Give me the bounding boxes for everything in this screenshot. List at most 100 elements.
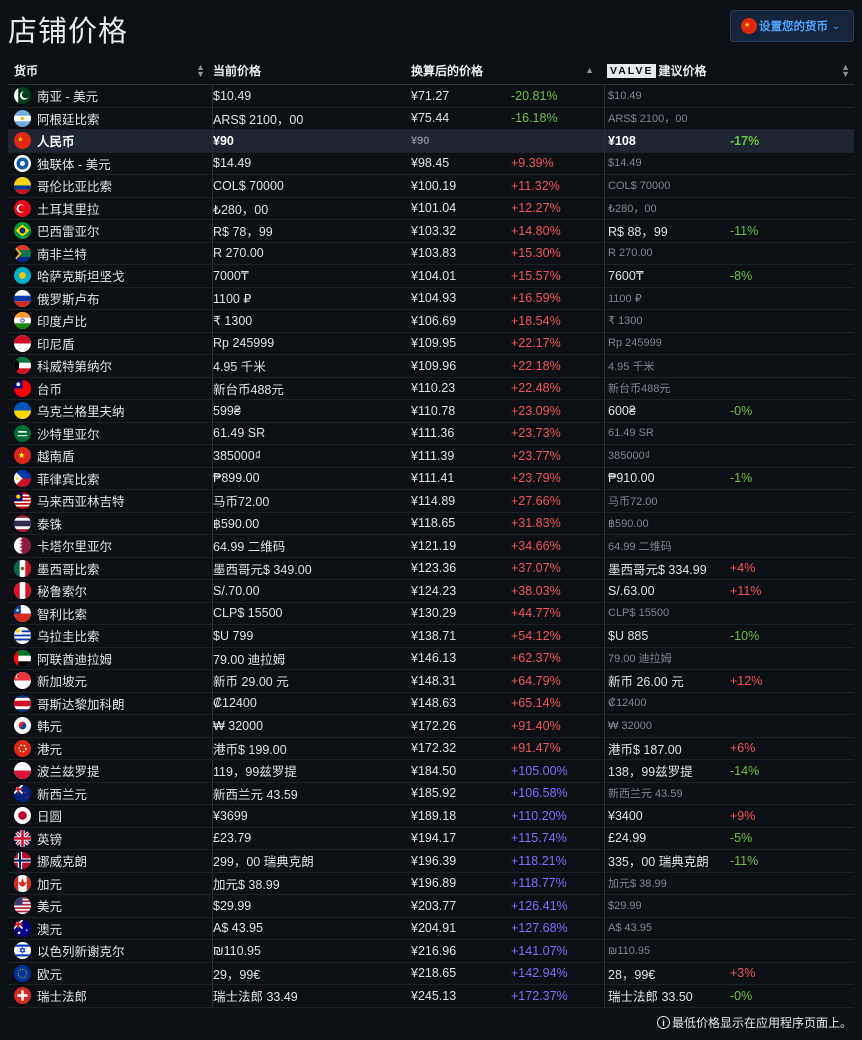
current-price: 4.95 千米: [213, 360, 266, 375]
table-row: 俄罗斯卢布 1100 ₽ ¥104.93 +16.59% 1100 ₽: [8, 287, 854, 310]
za-flag-icon: [14, 244, 31, 262]
recommended-diff: -5%: [730, 831, 753, 846]
sort-icon[interactable]: ▲ ▼: [196, 62, 205, 78]
gb-flag-icon: [14, 829, 31, 847]
converted-price-cell: ¥194.17: [411, 828, 511, 850]
sort-icon[interactable]: ▲ ▼: [841, 62, 850, 78]
table-row: 阿联酋迪拉姆 79.00 迪拉姆 ¥146.13 +62.37% 79.00 迪…: [8, 647, 854, 670]
set-currency-button[interactable]: ★ 设置您的货币 ⌄: [730, 10, 854, 42]
eu-flag-icon: [14, 964, 31, 982]
recommended-price-cell: R$ 88，99: [604, 220, 730, 242]
column-header-current-price[interactable]: 当前价格: [213, 57, 411, 84]
converted-price: ¥148.63: [411, 696, 457, 711]
recommended-price-cell: 600₴: [604, 400, 730, 422]
currency-name: 哈萨克斯坦坚戈: [37, 270, 125, 285]
current-price-cell: ฿590.00: [213, 513, 411, 535]
recommended-price-cell: ₹ 1300: [604, 310, 730, 332]
currency-cell: 菲律宾比索: [8, 467, 213, 489]
currency-name: 以色列新谢克尔: [37, 945, 125, 960]
recommended-price-cell: 64.99 二维码: [604, 535, 730, 557]
currency-name: 瑞士法郎: [37, 990, 88, 1005]
recommended-price: $10.49: [608, 89, 642, 102]
recommended-price-cell: 加元$ 38.99: [604, 872, 730, 894]
table-row: 哈萨克斯坦坚戈 7000₸ ¥104.01 +15.57% 7600₸ -8%: [8, 265, 854, 288]
converted-price: ¥196.89: [411, 876, 457, 891]
recommended-diff: +3%: [730, 966, 756, 981]
set-currency-label: 设置您的货币: [759, 21, 828, 33]
co-flag-icon: [14, 177, 31, 195]
table-row: 墨西哥比索 墨西哥元$ 349.00 ¥123.36 +37.07% 墨西哥元$…: [8, 557, 854, 580]
price-diff-cell: +142.94%: [511, 963, 604, 985]
current-price: 64.99 二维码: [213, 540, 286, 555]
recommended-diff-cell: [730, 603, 854, 625]
column-header-currency[interactable]: 货币 ▲ ▼: [8, 57, 213, 84]
converted-price: ¥121.19: [411, 538, 457, 553]
price-diff: +22.18%: [511, 358, 561, 373]
currency-cell: 卡塔尔里亚尔: [8, 535, 213, 557]
recommended-diff-cell: [730, 333, 854, 355]
recommended-price: ₩ 32000: [608, 719, 653, 732]
price-diff-cell: +91.40%: [511, 715, 604, 737]
cis-flag-icon: [14, 154, 31, 172]
recommended-price: ₪110.95: [608, 944, 651, 957]
currency-cell: 墨西哥比索: [8, 557, 213, 579]
recommended-diff-cell: -1%: [730, 468, 854, 490]
converted-price: ¥216.96: [411, 943, 457, 958]
tr-flag-icon: [14, 199, 31, 217]
price-diff-cell: +12.27%: [511, 198, 604, 220]
price-diff: +14.80%: [511, 223, 561, 238]
current-price: 墨西哥元$ 349.00: [213, 562, 312, 577]
currency-cell: 土耳其里拉: [8, 197, 213, 219]
currency-name: 乌克兰格里夫纳: [37, 405, 125, 420]
recommended-price: 385000₫: [608, 449, 651, 462]
current-price: 119，99兹罗提: [213, 765, 297, 780]
converted-price: ¥98.45: [411, 156, 450, 171]
currency-cell: 以色列新谢克尔: [8, 940, 213, 962]
currency-name: 人民币: [37, 135, 75, 150]
sort-ascending-icon[interactable]: ▲: [585, 66, 594, 75]
current-price: ₡12400: [213, 696, 257, 711]
tw-flag-icon: [14, 379, 31, 397]
converted-price: ¥203.77: [411, 898, 457, 913]
recommended-price: 7600₸: [608, 269, 644, 284]
current-price-cell: $29.99: [213, 895, 411, 917]
price-diff-cell: +15.57%: [511, 265, 604, 287]
th-flag-icon: [14, 514, 31, 532]
recommended-diff-cell: [730, 108, 854, 130]
converted-price-cell: ¥104.93: [411, 288, 511, 310]
current-price: ₹ 1300: [213, 314, 253, 329]
price-diff: +31.83%: [511, 516, 561, 531]
converted-price-cell: ¥103.32: [411, 220, 511, 242]
recommended-price: 4.95 千米: [608, 360, 655, 373]
converted-price-cell: ¥218.65: [411, 963, 511, 985]
currency-cell: 哥伦比亚比索: [8, 175, 213, 197]
current-price-cell: 4.95 千米: [213, 355, 411, 377]
recommended-diff-cell: -5%: [730, 828, 854, 850]
current-price-cell: 599₴: [213, 400, 411, 422]
recommended-diff-cell: [730, 490, 854, 512]
valve-logo: VALVE: [607, 63, 657, 78]
recommended-diff-cell: [730, 693, 854, 715]
converted-price-cell: ¥111.39: [411, 445, 511, 467]
converted-price-cell: ¥90: [411, 130, 511, 152]
recommended-price: 335，00 瑞典克朗: [608, 855, 709, 870]
column-header-converted-price[interactable]: 换算后的价格 ▲: [411, 57, 604, 84]
table-body: 南亚 - 美元 $10.49 ¥71.27 -20.81% $10.49 阿根廷…: [8, 85, 854, 1008]
currency-name: 澳元: [37, 922, 63, 937]
price-diff: +64.79%: [511, 673, 561, 688]
recommended-price: 瑞士法郎 33.50: [608, 990, 693, 1005]
currency-name: 南亚 - 美元: [37, 90, 99, 105]
converted-price: ¥71.27: [411, 88, 450, 103]
recommended-diff-cell: -10%: [730, 625, 854, 647]
currency-name: 英镑: [37, 832, 63, 847]
current-price: ¥3699: [213, 808, 248, 823]
recommended-diff: +12%: [730, 673, 763, 688]
currency-cell: ★ 越南盾: [8, 445, 213, 467]
price-diff-cell: +105.00%: [511, 760, 604, 782]
recommended-diff-cell: +11%: [730, 580, 854, 602]
vn-flag-icon: ★: [14, 447, 31, 465]
table-row: 马来西亚林吉特 马币72.00 ¥114.89 +27.66% 马币72.00: [8, 490, 854, 513]
recommended-diff-cell: [730, 378, 854, 400]
column-header-recommended-price[interactable]: VALVE 建议价格 ▲ ▼: [604, 57, 854, 84]
recommended-price: $14.49: [608, 157, 642, 170]
